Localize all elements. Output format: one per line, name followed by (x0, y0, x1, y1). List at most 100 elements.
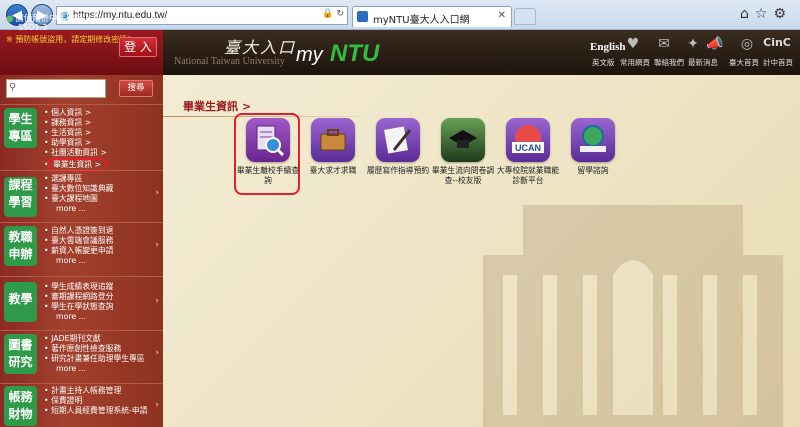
chat-icon[interactable]: ✉ (653, 36, 675, 54)
sidebar-link-grade-tracking[interactable]: 學生成績表現追蹤 (44, 282, 156, 292)
ntu-logo-calligraphy[interactable]: 臺大入口 (224, 34, 296, 58)
briefcase-icon[interactable] (311, 118, 355, 162)
sidebar-link-course-selection[interactable]: 選課專區 (44, 174, 156, 184)
ntu-seal-icon[interactable]: ◎ (736, 36, 758, 54)
sidebar-link-online-grading[interactable]: 審期課程網路登分 (44, 292, 156, 302)
sidebar-link-cloud-meeting[interactable]: 臺大雲端會議服務 (44, 236, 156, 246)
sidebar-link-personal-info[interactable]: 個人資訊 > (44, 108, 156, 118)
sidebar-link-insurance-proof[interactable]: 保費證明 (44, 396, 156, 406)
app-graduate-survey[interactable]: 畢業生流向問卷調查--校友版 (431, 118, 495, 186)
sidebar-divider (0, 276, 163, 277)
tab-title: myNTU臺大人入口網 (373, 15, 470, 26)
sidebar-link-life-info[interactable]: 生活資訊 > (44, 128, 156, 138)
section-badge-courses-label: 課程學習 (4, 177, 37, 217)
app-label: 大專校院就業職能診斷平台 (496, 166, 560, 185)
lock-refresh-icon[interactable]: 🔒 ↻ (322, 9, 344, 19)
cc-logo-icon[interactable]: CinC (760, 36, 794, 54)
sidebar-link-digital-archive[interactable]: 臺大數位知識典藏 (44, 184, 156, 194)
english-logo-text[interactable]: English (590, 41, 625, 53)
globe-book-icon[interactable] (571, 118, 615, 162)
app-label: 留學諮詢 (577, 166, 609, 175)
header-link-news[interactable]: 最新消息 (688, 57, 718, 68)
chevron-right-icon[interactable]: › (155, 188, 159, 198)
header-link-favorites[interactable]: 常用網頁 (620, 57, 650, 68)
ucan-logo-icon[interactable]: UCAN (506, 118, 550, 162)
sidebar-link-research-assistant[interactable]: 研究計畫兼任助理學生專區 (44, 354, 156, 364)
myntu-logo-ntu[interactable]: NTU (330, 40, 379, 68)
section-badge-courses[interactable]: 課程學習 (4, 174, 37, 217)
sidebar-link-club-activities[interactable]: 社團活動資訊 > (44, 148, 156, 158)
sidebar-link-financial-aid[interactable]: 助學資訊 > (44, 138, 156, 148)
browser-tab[interactable]: myNTU臺大人入口網 ✕ (352, 6, 512, 27)
browser-tool-icons[interactable]: ⌂☆⚙ (740, 6, 792, 22)
header-link-english[interactable]: 英文版 (592, 57, 615, 68)
app-resume-guidance[interactable]: 履歷寫作指導預約 (366, 118, 430, 176)
search-button[interactable]: 搜尋 (119, 80, 153, 97)
app-label: 畢業生流向問卷調查--校友版 (431, 166, 495, 185)
section-badge-library[interactable]: 圖書研究 (4, 334, 37, 374)
section-badge-finance[interactable]: 帳務財物 (4, 386, 37, 426)
app-graduate-checkout[interactable]: 畢業生離校手續查詢 (236, 118, 300, 186)
sidebar-divider (0, 170, 163, 171)
myntu-logo-my[interactable]: my (296, 44, 323, 67)
sidebar-divider (0, 222, 163, 223)
sidebar-link-salary-account[interactable]: 薪資入帳變更申請 (44, 246, 156, 256)
app-label: 履歷寫作指導預約 (366, 166, 430, 175)
chevron-right-icon[interactable]: › (155, 296, 159, 306)
section-list: 自然人憑證簽到退 臺大雲端會議服務 薪資入帳變更申請 more ... (44, 226, 156, 266)
app-ucan-platform[interactable]: UCAN 大專校院就業職能診斷平台 (496, 118, 560, 186)
section-list: 選課專區 臺大數位知識典藏 臺大課程地圖 more ... (44, 174, 156, 214)
graduation-cap-icon[interactable] (441, 118, 485, 162)
new-tab-button[interactable] (514, 8, 536, 25)
sidebar-link-course-map[interactable]: 臺大課程地圖 (44, 194, 156, 204)
sidebar-more-link[interactable]: more ... (44, 364, 156, 374)
sidebar-more-link[interactable]: more ... (44, 312, 156, 322)
search-input[interactable] (6, 79, 106, 98)
tab-favicon-icon (357, 11, 368, 22)
login-warning: ※ 預防帳號盜用，請定期修改密碼！ (6, 35, 136, 44)
ntu-logo-english: National Taiwan University (174, 56, 285, 67)
sidebar-link-originality-check[interactable]: 著作原創性檢查服務 (44, 344, 156, 354)
app-study-abroad[interactable]: 留學諮詢 (561, 118, 625, 176)
search-row: ⚲ 搜尋 (6, 79, 159, 99)
document-search-icon[interactable] (246, 118, 290, 162)
page-title: 畢業生資訊 > (183, 100, 252, 113)
app-job-search[interactable]: 臺大求才求職 (301, 118, 365, 176)
search-icon: ⚲ (9, 82, 17, 93)
sso-version: SSO1.3 (18, 23, 48, 32)
sidebar-link-jade-journals[interactable]: JADE期刊文獻 (44, 334, 156, 344)
sidebar-link-certificate-signin[interactable]: 自然人憑證簽到退 (44, 226, 156, 236)
header-link-cc-home[interactable]: 計中首頁 (763, 57, 793, 68)
section-badge-staff[interactable]: 教職申辦 (4, 226, 37, 266)
sidebar-more-link[interactable]: more ... (44, 256, 156, 266)
section-list: 學生成績表現追蹤 審期課程網路登分 學生在學狀態查詢 more ... (44, 282, 156, 322)
sidebar-link-course-affairs[interactable]: 課務資訊 > (44, 118, 156, 128)
section-list: 個人資訊 > 課務資訊 > 生活資訊 > 助學資訊 > 社團活動資訊 > 畢業生… (44, 108, 156, 172)
section-badge-teaching[interactable]: 教學 (4, 282, 37, 322)
header-link-contact[interactable]: 聯絡我們 (654, 57, 684, 68)
chevron-right-icon[interactable]: › (155, 348, 159, 358)
login-button[interactable]: 登 入 (119, 37, 157, 57)
app-label: 畢業生離校手續查詢 (236, 166, 300, 185)
sidebar-link-temp-staff[interactable]: 短期人員經費管理系統-申請 (44, 406, 156, 416)
sidebar-divider (0, 330, 163, 331)
chevron-right-icon[interactable]: › (155, 240, 159, 250)
section-list: JADE期刊文獻 著作原創性檢查服務 研究計畫兼任助理學生專區 more ... (44, 334, 156, 374)
header-link-ntu-home[interactable]: 臺大首頁 (729, 57, 759, 68)
sidebar-link-enrollment-status[interactable]: 學生在學狀態查詢 (44, 302, 156, 312)
megaphone-icon[interactable]: 📣 (704, 36, 726, 54)
section-list: 計畫主持人帳務管理 保費證明 短期人員經費管理系統-申請 (44, 386, 156, 416)
svg-text:UCAN: UCAN (515, 143, 541, 153)
building-watermark (483, 205, 783, 427)
tab-close-icon[interactable]: ✕ (498, 10, 506, 21)
sidebar-link-pi-accounts[interactable]: 計畫主持人帳務管理 (44, 386, 156, 396)
browser-toolbar: ◀ ▶ ◉ https://my.ntu.edu.tw/ 🔒 ↻ myNTU臺大… (0, 0, 800, 30)
app-label: 臺大求才求職 (309, 166, 357, 175)
news-icon[interactable]: ✦ (682, 36, 704, 54)
sidebar-more-link[interactable]: more ... (44, 204, 156, 214)
heart-icon[interactable]: ♥ (622, 36, 644, 54)
pen-paper-icon[interactable] (376, 118, 420, 162)
sidebar-divider (0, 104, 163, 105)
section-badge-student[interactable]: 學生專區 (4, 108, 37, 148)
chevron-right-icon[interactable]: › (155, 400, 159, 410)
